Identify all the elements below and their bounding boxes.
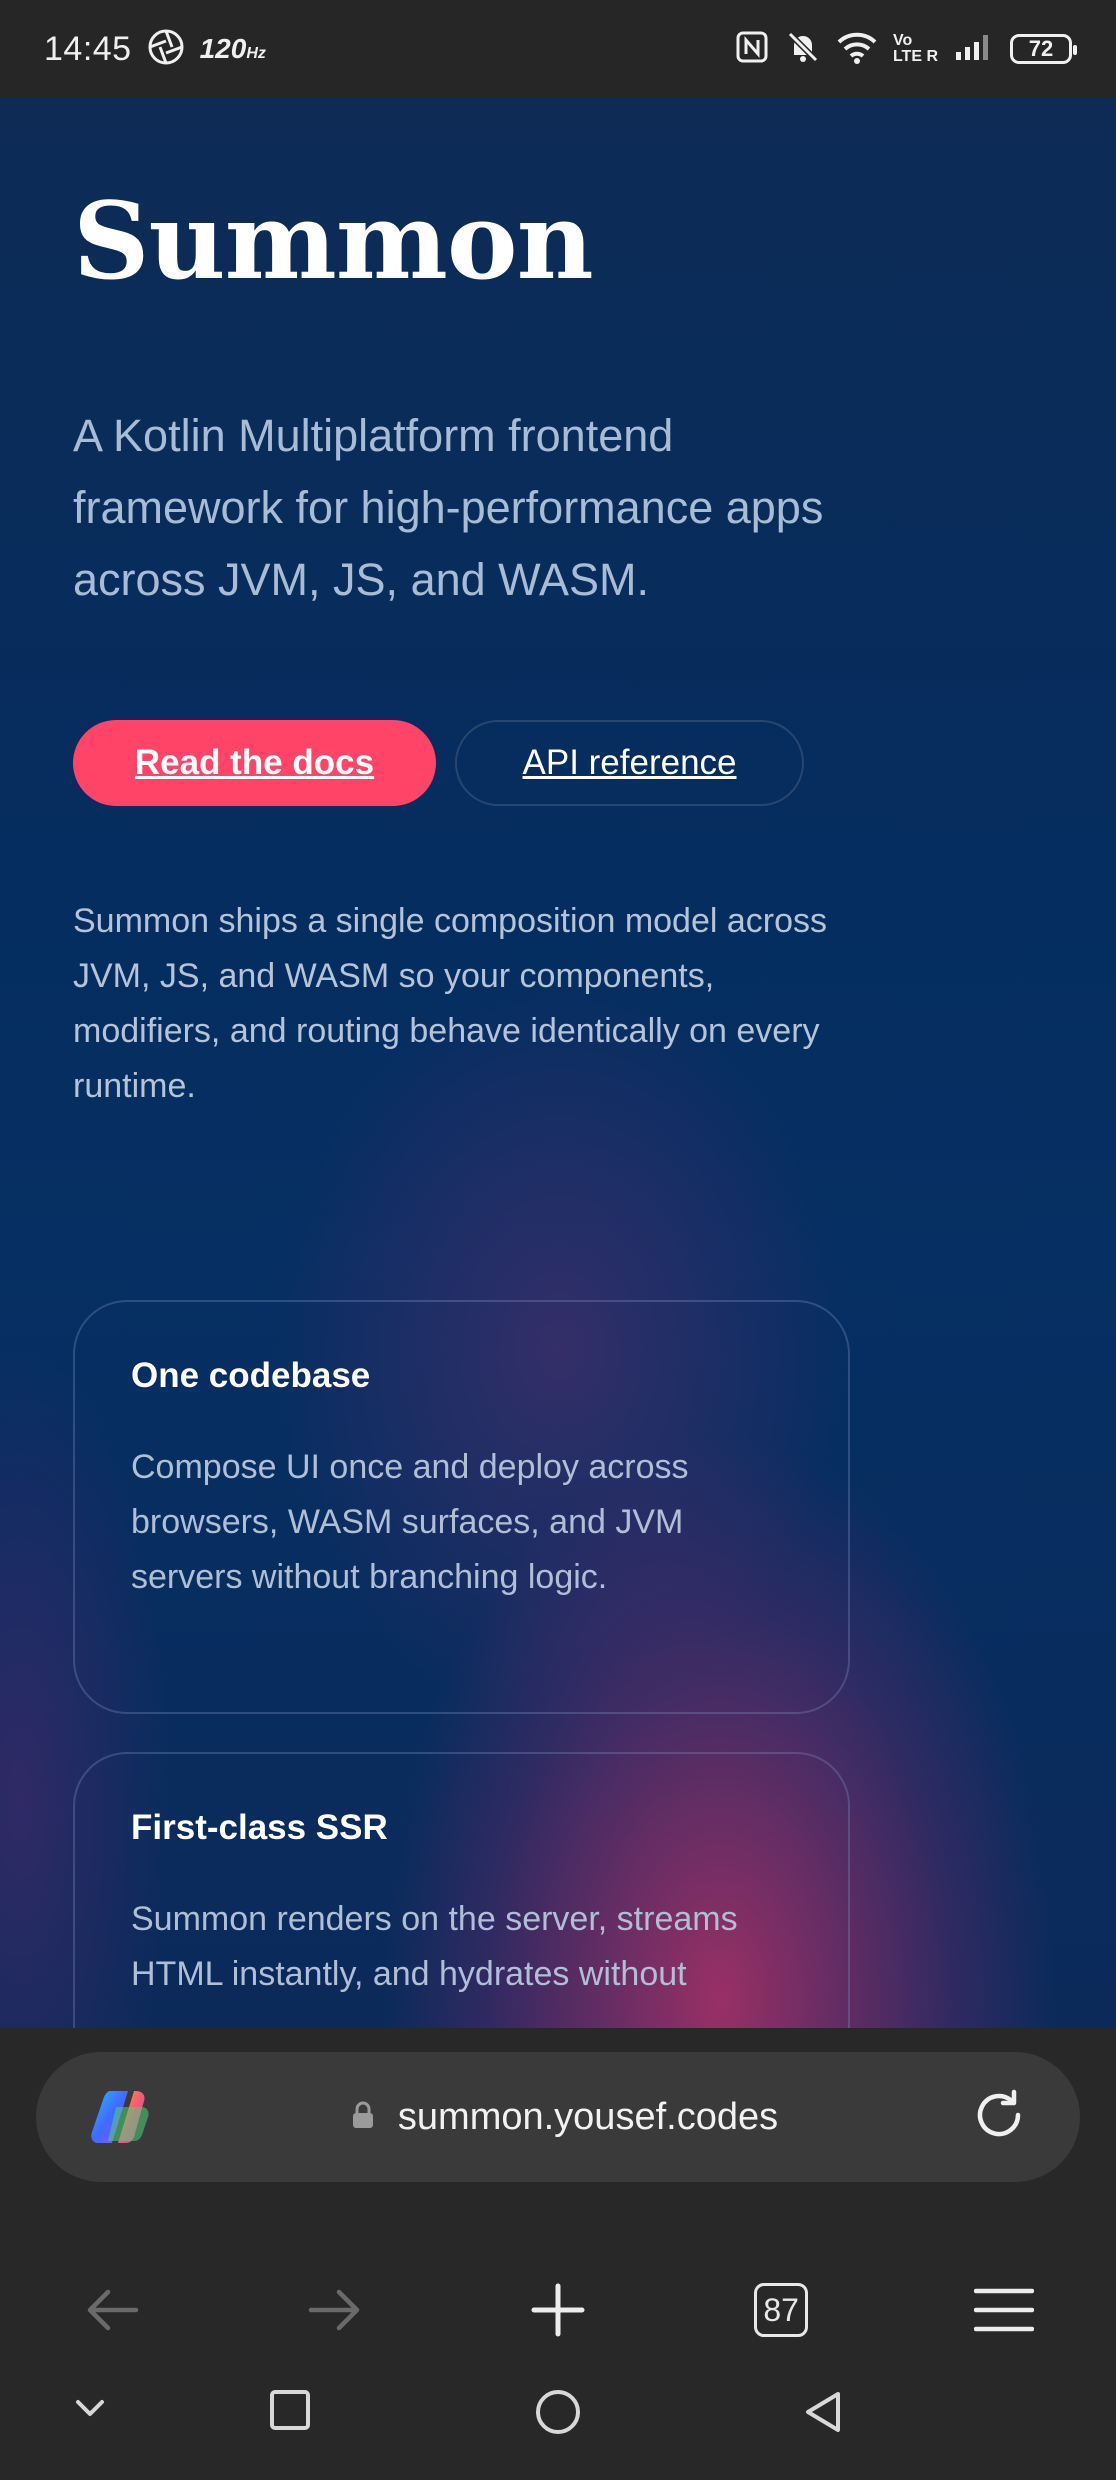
recents-square-icon[interactable] <box>268 2388 312 2437</box>
feature-card-one-codebase: One codebase Compose UI once and deploy … <box>73 1300 850 1714</box>
url-display[interactable]: summon.yousef.codes <box>158 2096 970 2139</box>
chevron-down-icon[interactable] <box>70 2388 110 2433</box>
api-reference-button[interactable]: API reference <box>455 720 804 806</box>
nfc-icon <box>735 30 769 69</box>
feature-card-ssr: First-class SSR Summon renders on the se… <box>73 1752 850 2028</box>
refresh-rate-indicator: 120Hz <box>200 33 266 65</box>
network-type: Vo LTE R <box>893 33 938 65</box>
home-circle-icon[interactable] <box>534 2388 582 2441</box>
battery-indicator: 72 <box>1010 34 1077 64</box>
hero-description: Summon ships a single composition model … <box>73 902 828 1105</box>
network-vo: Vo <box>892 32 913 49</box>
read-docs-button[interactable]: Read the docs <box>73 720 436 806</box>
phone-screen: 14:45 120Hz Vo LTE R 72 Summon A Kotlin … <box>0 0 1116 2480</box>
web-page: Summon A Kotlin Multiplatform frontend f… <box>0 98 1116 2028</box>
signal-icon <box>954 32 994 67</box>
new-tab-plus-icon[interactable] <box>518 2270 598 2350</box>
url-text: summon.yousef.codes <box>397 2095 779 2138</box>
lock-icon <box>350 2100 376 2135</box>
browser-chrome: summon.yousef.codes 87 <box>0 2028 1116 2480</box>
page-title: Summon <box>73 178 594 303</box>
reload-icon[interactable] <box>970 2086 1028 2149</box>
wifi-icon <box>837 30 877 69</box>
feature-card-title: One codebase <box>131 1356 371 1395</box>
bell-muted-icon <box>785 29 821 70</box>
network-lte: LTE R <box>892 48 938 65</box>
feature-card-title: First-class SSR <box>131 1808 388 1847</box>
copilot-icon[interactable] <box>88 2085 158 2149</box>
system-nav-bar <box>0 2348 1116 2480</box>
address-bar[interactable]: summon.yousef.codes <box>36 2052 1080 2182</box>
tabs-button[interactable]: 87 <box>741 2270 821 2350</box>
refresh-rate-unit: Hz <box>246 45 266 62</box>
aperture-icon <box>146 27 186 72</box>
back-triangle-icon[interactable] <box>800 2388 844 2441</box>
tab-count: 87 <box>754 2283 809 2337</box>
status-bar: 14:45 120Hz Vo LTE R 72 <box>0 0 1116 98</box>
feature-card-text: Summon renders on the server, streams HT… <box>131 1900 738 1993</box>
back-arrow-icon[interactable] <box>72 2270 152 2350</box>
hero-subtitle: A Kotlin Multiplatform frontend framewor… <box>73 410 824 605</box>
menu-icon[interactable] <box>964 2270 1044 2350</box>
forward-arrow-icon[interactable] <box>295 2270 375 2350</box>
status-time: 14:45 <box>44 29 132 68</box>
feature-card-text: Compose UI once and deploy across browse… <box>131 1448 689 1596</box>
status-right: Vo LTE R 72 <box>735 29 1077 70</box>
status-left: 14:45 120Hz <box>44 27 266 72</box>
refresh-rate-value: 120 <box>199 33 247 64</box>
